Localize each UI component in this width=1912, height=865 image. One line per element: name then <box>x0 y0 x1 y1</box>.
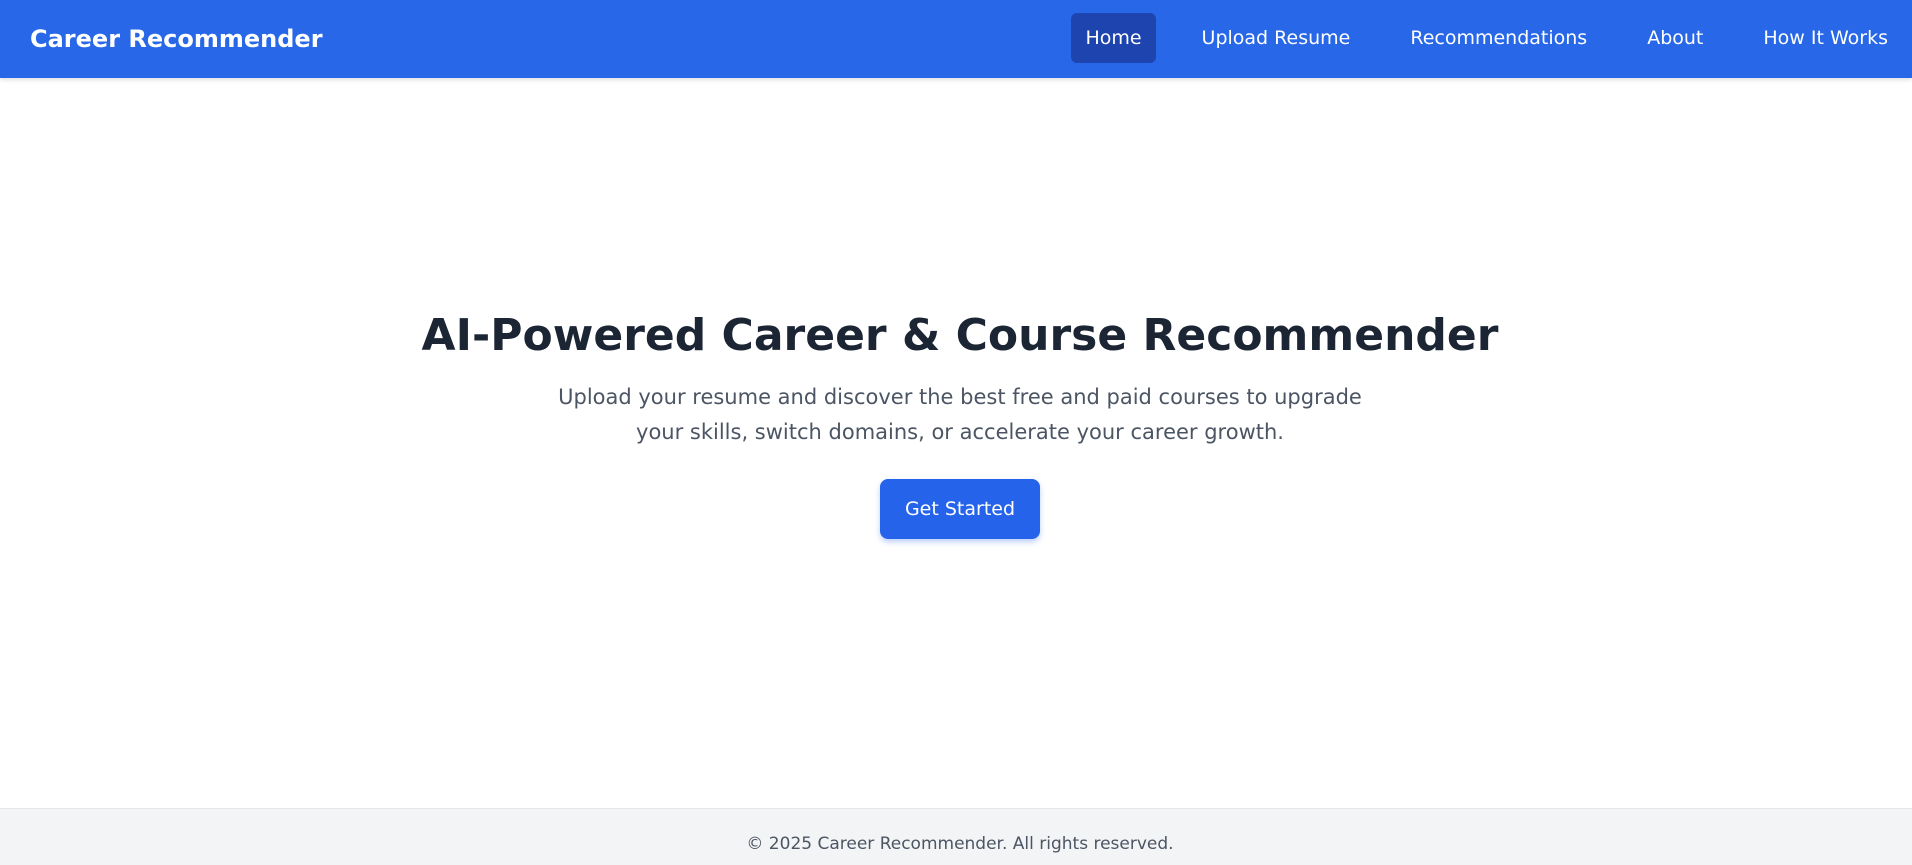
main-nav: Home Upload Resume Recommendations About… <box>1071 13 1902 63</box>
nav-item-upload-resume[interactable]: Upload Resume <box>1188 13 1365 63</box>
nav-item-how-it-works[interactable]: How It Works <box>1749 13 1902 63</box>
nav-item-recommendations[interactable]: Recommendations <box>1396 13 1601 63</box>
brand-logo[interactable]: Career Recommender <box>30 0 323 78</box>
hero-subtitle: Upload your resume and discover the best… <box>558 385 1362 444</box>
navbar: Career Recommender Home Upload Resume Re… <box>0 0 1912 78</box>
nav-item-about[interactable]: About <box>1633 13 1717 63</box>
footer: © 2025 Career Recommender. All rights re… <box>0 808 1912 865</box>
nav-item-home[interactable]: Home <box>1071 13 1156 63</box>
hero-title: AI-Powered Career & Course Recommender <box>421 310 1499 361</box>
footer-copyright: © 2025 Career Recommender. All rights re… <box>746 834 1174 854</box>
get-started-button[interactable]: Get Started <box>880 479 1040 539</box>
page: Career Recommender Home Upload Resume Re… <box>0 0 1912 865</box>
